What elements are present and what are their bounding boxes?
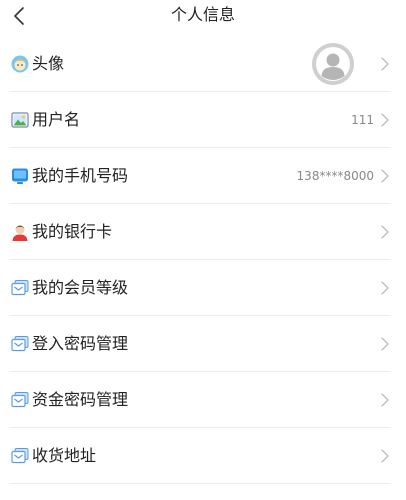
row-label: 头像 <box>32 54 65 73</box>
chevron-right-icon <box>381 113 389 127</box>
row-label: 我的会员等级 <box>32 278 129 297</box>
message-card-icon <box>11 392 29 408</box>
page-title: 个人信息 <box>170 5 235 24</box>
chevron-right-icon <box>381 281 389 295</box>
row-avatar[interactable]: 头像 <box>10 36 390 92</box>
row-label: 收货地址 <box>32 446 97 465</box>
chevron-right-icon <box>381 169 389 183</box>
row-fund-password[interactable]: 资金密码管理 <box>10 372 390 428</box>
row-login-password[interactable]: 登入密码管理 <box>10 316 390 372</box>
row-label: 用户名 <box>32 110 81 129</box>
row-value: 138****8000 <box>296 169 374 183</box>
chevron-right-icon <box>381 449 389 463</box>
message-card-icon <box>11 280 29 296</box>
row-label: 我的银行卡 <box>32 222 113 241</box>
person-icon <box>12 225 28 241</box>
chevron-right-icon <box>381 337 389 351</box>
row-label: 我的手机号码 <box>32 166 129 185</box>
message-card-icon <box>11 336 29 352</box>
row-label: 登入密码管理 <box>32 334 129 353</box>
row-value: 111 <box>351 113 374 127</box>
chevron-right-icon <box>381 57 389 71</box>
chevron-right-icon <box>381 393 389 407</box>
row-phone[interactable]: 我的手机号码 138****8000 <box>10 148 390 204</box>
avatar[interactable] <box>312 43 354 85</box>
photo-icon <box>11 112 29 128</box>
monitor-icon <box>12 168 28 184</box>
settings-list: 头像 用户名 111 我的手机号码 138****8000 我的银行卡 我的会员… <box>0 36 406 484</box>
row-bank-card[interactable]: 我的银行卡 <box>10 204 390 260</box>
row-username[interactable]: 用户名 111 <box>10 92 390 148</box>
message-card-icon <box>11 448 29 464</box>
row-label: 资金密码管理 <box>32 390 129 409</box>
row-shipping-address[interactable]: 收货地址 <box>10 428 390 484</box>
chevron-right-icon <box>381 225 389 239</box>
row-member-level[interactable]: 我的会员等级 <box>10 260 390 316</box>
header-bar: 个人信息 <box>0 0 406 32</box>
user-silhouette-icon <box>312 43 354 85</box>
avatar-face-icon <box>11 55 29 73</box>
